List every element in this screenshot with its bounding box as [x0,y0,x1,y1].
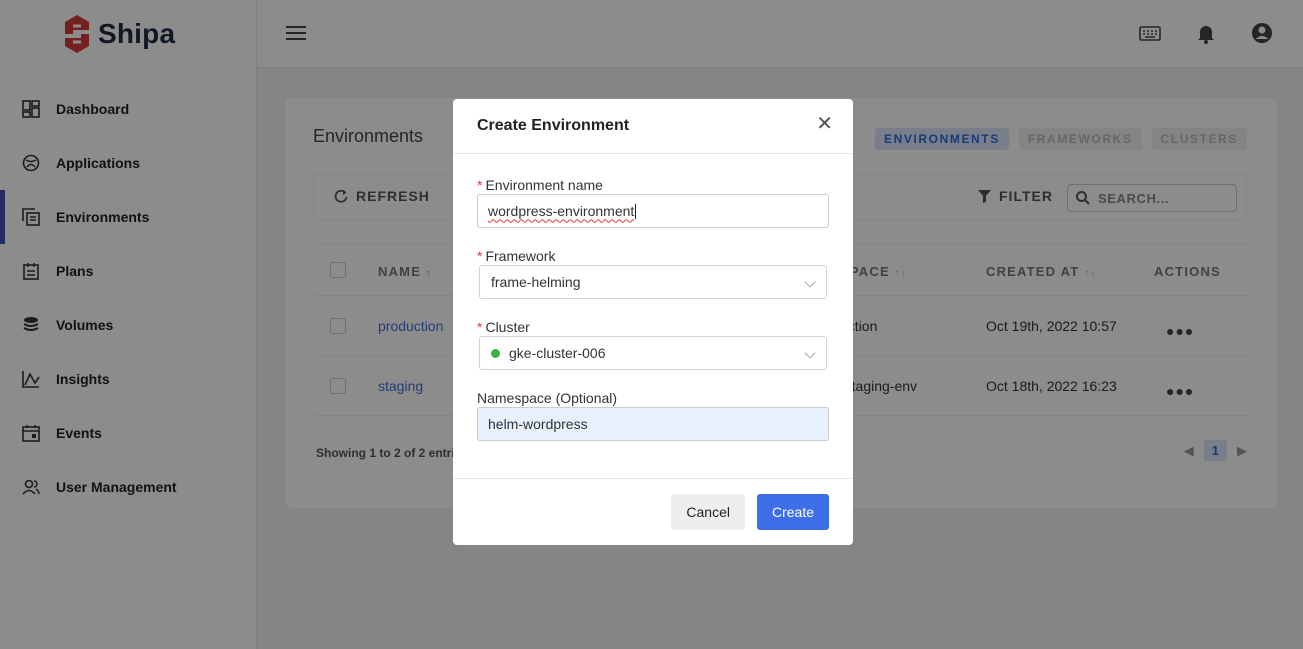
environment-name-value: wordpress-environment [488,202,635,219]
dialog-footer: Cancel Create [453,478,853,545]
required-marker: * [477,319,483,335]
namespace-value: helm-wordpress [488,416,588,432]
create-environment-dialog: Create Environment ✕ * Environment name w… [453,99,853,545]
chevron-down-icon [804,276,816,288]
environment-name-input[interactable]: wordpress-environment [477,194,829,228]
cluster-label: * Cluster [477,319,530,335]
cluster-label-text: Cluster [485,319,530,335]
framework-label: * Framework [477,248,555,264]
chevron-down-icon [804,347,816,359]
cancel-button[interactable]: Cancel [671,494,745,530]
create-button[interactable]: Create [756,494,829,530]
cluster-value: gke-cluster-006 [509,345,606,361]
close-icon[interactable]: ✕ [816,114,833,134]
dialog-title: Create Environment [477,117,630,134]
env-name-label-text: Environment name [485,177,603,193]
framework-label-text: Framework [485,248,556,264]
framework-select[interactable]: frame-helming [479,265,827,299]
required-marker: * [477,248,483,264]
namespace-input[interactable]: helm-wordpress [477,407,829,441]
namespace-label: Namespace (Optional) [477,390,618,406]
env-name-label: * Environment name [477,177,603,193]
cluster-select[interactable]: gke-cluster-006 [479,336,827,370]
required-marker: * [477,177,483,193]
cluster-status-icon [491,348,500,358]
framework-value: frame-helming [491,274,581,290]
dialog-header: Create Environment ✕ [453,99,853,154]
